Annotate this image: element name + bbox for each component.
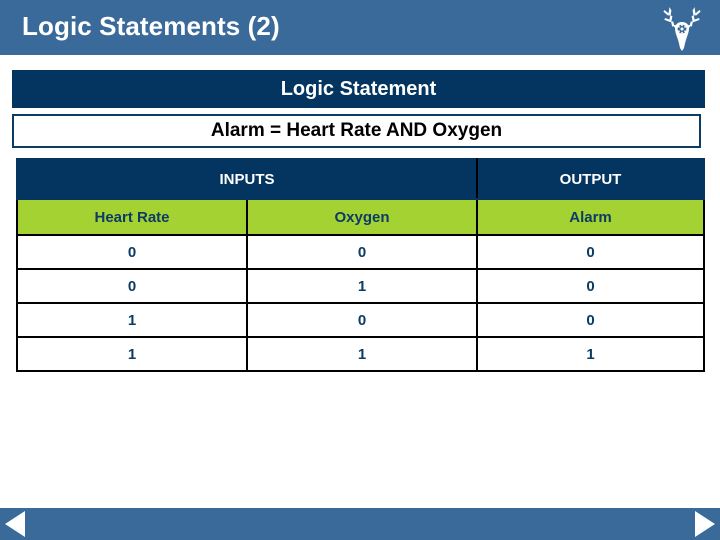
cell-heart-rate: 0 xyxy=(16,234,248,270)
cell-alarm: 0 xyxy=(476,234,706,270)
table-row: 1 1 1 xyxy=(16,336,706,372)
logic-expression-text: Alarm = Heart Rate AND Oxygen xyxy=(210,120,503,141)
page-title: Logic Statements (2) xyxy=(22,11,280,41)
cell-alarm: 1 xyxy=(476,336,706,372)
stag-head-logo xyxy=(656,1,708,53)
logic-statement-banner: Logic Statement xyxy=(12,70,705,108)
table-row: 0 1 0 xyxy=(16,268,706,304)
cell-oxygen: 1 xyxy=(245,268,479,304)
column-header-oxygen: Oxygen xyxy=(245,198,479,236)
slide-navigation-bar xyxy=(0,508,720,540)
group-header-output: OUTPUT xyxy=(476,158,706,200)
table-group-header-row: INPUTS OUTPUT xyxy=(15,158,706,200)
cell-oxygen: 1 xyxy=(245,336,479,372)
cell-oxygen: 0 xyxy=(245,234,479,270)
slide-header: Logic Statements (2) xyxy=(0,0,720,55)
truth-table: INPUTS OUTPUT Heart Rate Oxygen Alarm 0 … xyxy=(15,158,706,372)
column-header-heart-rate: Heart Rate xyxy=(16,198,248,236)
cell-alarm: 0 xyxy=(476,302,706,338)
cell-oxygen: 0 xyxy=(245,302,479,338)
table-row: 1 0 0 xyxy=(16,302,706,338)
group-header-inputs: INPUTS xyxy=(15,158,479,200)
cell-heart-rate: 1 xyxy=(16,336,248,372)
cell-heart-rate: 0 xyxy=(16,268,248,304)
column-header-alarm: Alarm xyxy=(476,198,706,236)
table-row: 0 0 0 xyxy=(16,234,706,270)
table-column-header-row: Heart Rate Oxygen Alarm xyxy=(16,198,706,236)
previous-slide-arrow-icon[interactable] xyxy=(5,511,25,537)
banner-label: Logic Statement xyxy=(280,77,437,100)
next-slide-arrow-icon[interactable] xyxy=(695,511,715,537)
logic-expression-box: Alarm = Heart Rate AND Oxygen xyxy=(12,114,701,148)
cell-alarm: 0 xyxy=(476,268,706,304)
cell-heart-rate: 1 xyxy=(16,302,248,338)
